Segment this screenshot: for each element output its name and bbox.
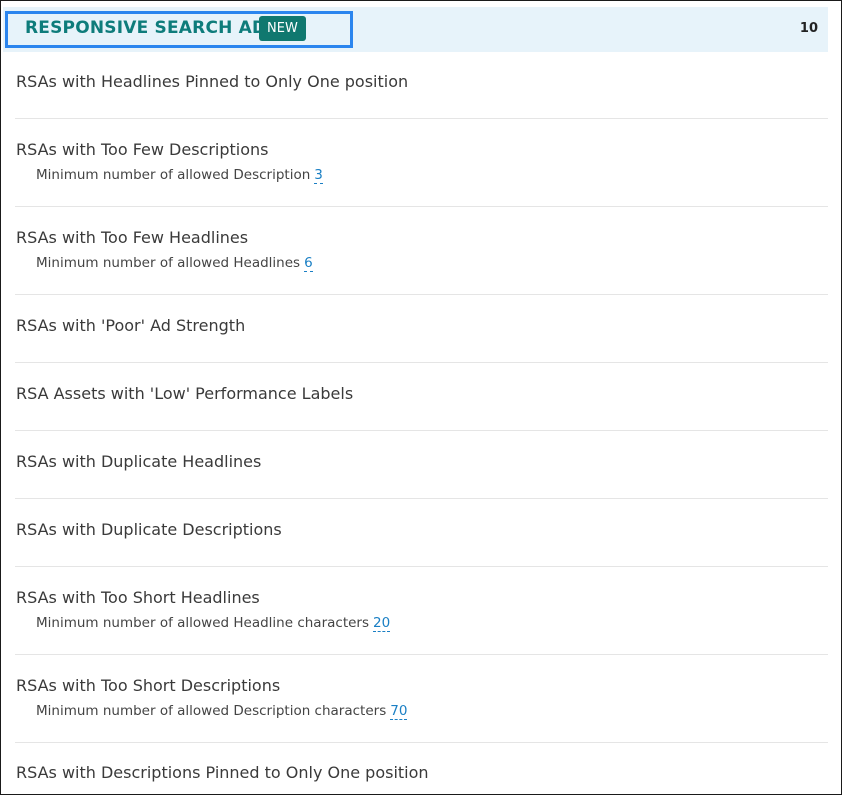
list-item[interactable]: RSAs with Too Short Descriptions Minimum… xyxy=(15,655,828,743)
list-item-setting: Minimum number of allowed Description 3 xyxy=(15,166,828,184)
section-count: 10 xyxy=(799,21,818,36)
list-item-title: RSAs with Duplicate Headlines xyxy=(16,452,262,471)
setting-value-link[interactable]: 70 xyxy=(390,703,408,720)
list-item[interactable]: RSAs with Too Short Headlines Minimum nu… xyxy=(15,567,828,655)
setting-label: Minimum number of allowed Headlines xyxy=(36,255,301,271)
section-title: RESPONSIVE SEARCH ADS xyxy=(25,18,279,38)
list-item-title: RSAs with Too Short Headlines xyxy=(16,588,260,607)
setting-label: Minimum number of allowed Description xyxy=(36,167,311,183)
list-item-title: RSAs with Descriptions Pinned to Only On… xyxy=(16,763,429,782)
list-item[interactable]: RSAs with Duplicate Descriptions xyxy=(15,499,828,567)
list-item-title: RSAs with Too Few Descriptions xyxy=(16,140,269,159)
list-item[interactable]: RSA Assets with 'Low' Performance Labels xyxy=(15,363,828,431)
list-item[interactable]: RSAs with Duplicate Headlines xyxy=(15,431,828,499)
list-item-title: RSA Assets with 'Low' Performance Labels xyxy=(16,384,354,403)
list-item[interactable]: RSAs with 'Poor' Ad Strength xyxy=(15,295,828,363)
list-item-title: RSAs with 'Poor' Ad Strength xyxy=(16,316,246,335)
check-list: RSAs with Headlines Pinned to Only One p… xyxy=(15,52,828,794)
rsa-section-panel: RESPONSIVE SEARCH ADS NEW 10 RSAs with H… xyxy=(0,0,842,795)
setting-value-link[interactable]: 20 xyxy=(373,615,391,632)
list-item-title: RSAs with Too Short Descriptions xyxy=(16,676,281,695)
list-item-title: RSAs with Headlines Pinned to Only One p… xyxy=(16,72,409,91)
list-item-setting: Minimum number of allowed Headlines 6 xyxy=(15,254,828,272)
list-item[interactable]: RSAs with Too Few Descriptions Minimum n… xyxy=(15,119,828,207)
list-item-title: RSAs with Too Few Headlines xyxy=(16,228,249,247)
setting-label: Minimum number of allowed Description ch… xyxy=(36,703,387,719)
list-item[interactable]: RSAs with Too Few Headlines Minimum numb… xyxy=(15,207,828,295)
list-item[interactable]: RSAs with Descriptions Pinned to Only On… xyxy=(15,743,828,794)
list-item-title: RSAs with Duplicate Descriptions xyxy=(16,520,282,539)
setting-label: Minimum number of allowed Headline chara… xyxy=(36,615,370,631)
list-item-setting: Minimum number of allowed Headline chara… xyxy=(15,614,828,632)
setting-value-link[interactable]: 3 xyxy=(314,167,323,184)
list-item[interactable]: RSAs with Headlines Pinned to Only One p… xyxy=(15,52,828,119)
list-item-setting: Minimum number of allowed Description ch… xyxy=(15,702,828,720)
setting-value-link[interactable]: 6 xyxy=(304,255,313,272)
section-header[interactable]: RESPONSIVE SEARCH ADS NEW 10 xyxy=(3,7,828,52)
new-badge: NEW xyxy=(259,16,306,41)
